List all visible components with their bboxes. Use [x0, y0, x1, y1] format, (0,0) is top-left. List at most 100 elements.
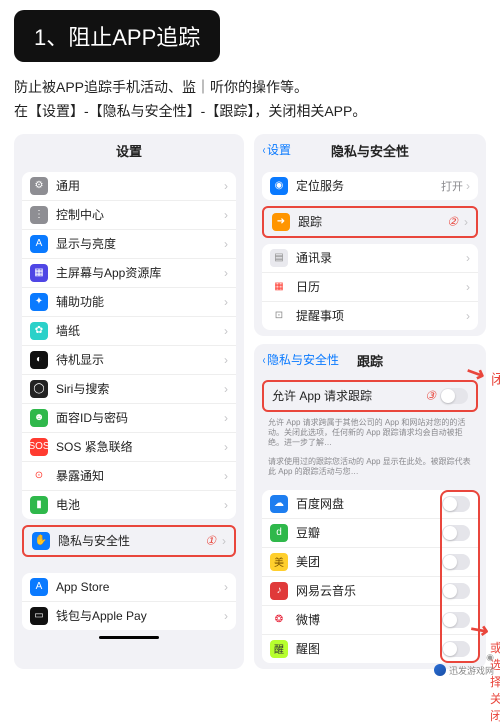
list-item[interactable]: d豆瓣	[262, 519, 478, 548]
allow-tracking-row[interactable]: 允许 App 请求跟踪 ③	[264, 382, 476, 410]
chevron-right-icon: ›	[224, 324, 228, 338]
app-icon: ☁	[270, 495, 288, 513]
chevron-right-icon: ›	[224, 580, 228, 594]
list-item[interactable]: ✦辅助功能›	[22, 288, 236, 317]
list-item[interactable]: 醒醒图	[262, 635, 478, 663]
chevron-right-icon: ›	[224, 353, 228, 367]
list-item[interactable]: 美美团	[262, 548, 478, 577]
row-label: 显示与亮度	[56, 235, 224, 252]
app-icon: ▭	[30, 607, 48, 625]
tracking-description-1: 允许 App 请求跨属于其他公司的 App 和网站对您的的活动。关闭此选项，任何…	[254, 416, 486, 455]
list-item[interactable]: ▦日历›	[262, 273, 478, 302]
app-tracking-toggle[interactable]	[442, 554, 470, 570]
allow-tracking-toggle[interactable]	[440, 388, 468, 404]
row-label: 钱包与Apple Pay	[56, 607, 224, 624]
app-icon: ☻	[30, 409, 48, 427]
app-icon: A	[30, 235, 48, 253]
row-value: 打开	[441, 178, 463, 194]
app-icon: ✿	[30, 322, 48, 340]
chevron-right-icon: ›	[222, 534, 226, 548]
app-tracking-toggle[interactable]	[442, 525, 470, 541]
step-badge-2: ②	[447, 214, 458, 229]
list-item[interactable]: ⋮控制中心›	[22, 201, 236, 230]
app-icon: ⊡	[270, 307, 288, 325]
list-item[interactable]: ⊙暴露通知›	[22, 462, 236, 491]
allow-tracking-highlight: 允许 App 请求跟踪 ③	[262, 380, 478, 412]
back-button[interactable]: ‹隐私与安全性	[262, 351, 339, 368]
tracking-screen: ‹隐私与安全性 跟踪 允许 App 请求跟踪 ③ 允许 App 请求跨属于其他公…	[254, 344, 486, 669]
privacy-security-row-highlight: ✋ 隐私与安全性 ① ›	[22, 525, 236, 557]
app-icon: ❂	[270, 611, 288, 629]
screen-title: ‹设置 隐私与安全性	[254, 134, 486, 166]
app-icon: ◯	[30, 380, 48, 398]
row-label: 辅助功能	[56, 293, 224, 310]
list-item[interactable]: AApp Store›	[22, 573, 236, 602]
section-title: 1、阻止APP追踪	[14, 10, 220, 62]
app-icon: 美	[270, 553, 288, 571]
chevron-right-icon: ›	[224, 609, 228, 623]
row-label: 主屏幕与App资源库	[56, 264, 224, 281]
screen-title: ‹隐私与安全性 跟踪	[254, 344, 486, 376]
chevron-right-icon: ›	[224, 382, 228, 396]
row-label: App Store	[56, 580, 224, 594]
list-item[interactable]: ⚙通用›	[22, 172, 236, 201]
app-icon: SOS	[30, 438, 48, 456]
chevron-right-icon: ›	[224, 440, 228, 454]
row-label: 电池	[56, 496, 224, 513]
step-badge-1: ①	[205, 533, 216, 548]
row-label: 百度网盘	[296, 495, 442, 512]
row-label: 通用	[56, 177, 224, 194]
row-label: Siri与搜索	[56, 380, 224, 397]
list-item[interactable]: ✿ 墙纸›	[22, 317, 236, 346]
list-item[interactable]: ▤通讯录›	[262, 244, 478, 273]
row-label: 美团	[296, 553, 442, 570]
app-tracking-toggle[interactable]	[442, 641, 470, 657]
watermark-logo-icon	[434, 664, 446, 676]
row-label: 定位服务	[296, 177, 441, 194]
app-icon: d	[270, 524, 288, 542]
chevron-right-icon: ›	[224, 295, 228, 309]
step-badge-3: ③	[425, 388, 436, 403]
chevron-right-icon: ›	[224, 208, 228, 222]
app-tracking-toggle[interactable]	[442, 496, 470, 512]
tracking-row[interactable]: ➜ 跟踪 ② ›	[264, 208, 476, 236]
site-watermark: 迅发游戏网	[434, 664, 494, 677]
chevron-right-icon: ›	[224, 179, 228, 193]
app-icon: ▤	[270, 249, 288, 267]
list-item[interactable]: SOSSOS 紧急联络›	[22, 433, 236, 462]
list-item[interactable]: A显示与亮度›	[22, 230, 236, 259]
app-icon: ⋮	[30, 206, 48, 224]
list-item[interactable]: ▭ 钱包与Apple Pay›	[22, 602, 236, 630]
app-icon: 醒	[270, 640, 288, 658]
chevron-right-icon: ›	[464, 215, 468, 229]
privacy-security-row[interactable]: ✋ 隐私与安全性 ① ›	[24, 527, 234, 555]
list-item[interactable]: ❂微博	[262, 606, 478, 635]
list-item[interactable]: ▦主屏幕与App资源库›	[22, 259, 236, 288]
row-label: 提醒事项	[296, 307, 466, 324]
list-item[interactable]: ◐待机显示›	[22, 346, 236, 375]
arrow-icon: ➜	[272, 213, 290, 231]
hand-icon: ✋	[32, 532, 50, 550]
chevron-right-icon: ›	[466, 309, 470, 323]
home-indicator	[99, 636, 159, 639]
row-label: 醒图	[296, 640, 442, 657]
list-item[interactable]: ⊡ 提醒事项›	[262, 302, 478, 330]
list-item[interactable]: ◯ Siri与搜索›	[22, 375, 236, 404]
app-icon: ▦	[270, 278, 288, 296]
chevron-right-icon: ›	[224, 411, 228, 425]
app-icon: ▮	[30, 496, 48, 514]
row-label: 暴露通知	[56, 467, 224, 484]
list-item[interactable]: ♪网易云音乐	[262, 577, 478, 606]
privacy-screen: ‹设置 隐私与安全性 ◉ 定位服务 打开 › ➜ 跟踪 ②	[254, 134, 486, 336]
list-item[interactable]: ▮电池›	[22, 491, 236, 519]
tracking-row-highlight: ➜ 跟踪 ② ›	[262, 206, 478, 238]
back-button[interactable]: ‹设置	[262, 141, 291, 158]
app-tracking-toggle[interactable]	[442, 583, 470, 599]
location-services-row[interactable]: ◉ 定位服务 打开 ›	[262, 172, 478, 200]
list-item[interactable]: ☁ 百度网盘	[262, 490, 478, 519]
row-label: 面容ID与密码	[56, 409, 224, 426]
list-item[interactable]: ☻ 面容ID与密码›	[22, 404, 236, 433]
screen-title: 设置	[14, 134, 244, 166]
row-label: 墙纸	[56, 322, 224, 339]
row-label: 待机显示	[56, 351, 224, 368]
